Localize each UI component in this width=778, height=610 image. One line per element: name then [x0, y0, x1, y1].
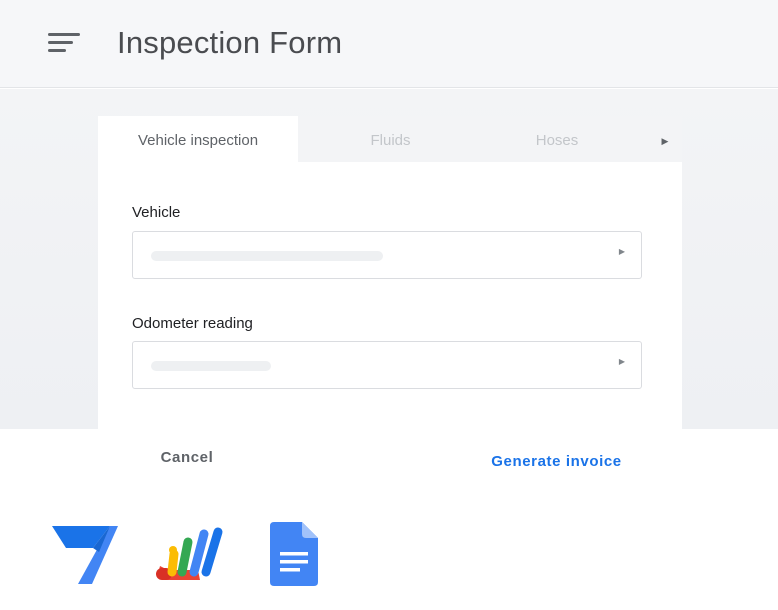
- odometer-select[interactable]: ▶: [132, 341, 642, 389]
- chevron-right-icon: ▶: [618, 247, 625, 256]
- appsheet-logo-icon: [52, 526, 118, 584]
- page-title: Inspection Form: [117, 25, 343, 60]
- odometer-field-label: Odometer reading: [132, 315, 253, 332]
- vehicle-select[interactable]: ▶: [132, 231, 642, 279]
- tab-vehicle-inspection[interactable]: Vehicle inspection: [98, 116, 298, 162]
- tab-hoses[interactable]: Hoses: [502, 116, 612, 162]
- google-docs-logo-icon: [270, 522, 318, 586]
- tab-fluids[interactable]: Fluids: [338, 116, 443, 162]
- generate-invoice-button[interactable]: Generate invoice: [480, 453, 633, 475]
- chevron-right-icon[interactable]: ▶: [658, 116, 672, 162]
- apps-script-logo-icon: [156, 527, 223, 580]
- form-card: Vehicle inspection Fluids Hoses ▶ Vehicl…: [98, 116, 682, 429]
- app-root: Inspection Form Vehicle inspection Fluid…: [0, 0, 778, 610]
- menu-icon[interactable]: [44, 28, 84, 58]
- cancel-button[interactable]: Cancel: [145, 449, 229, 471]
- vehicle-value-placeholder: [151, 251, 383, 261]
- top-app-bar: Inspection Form: [0, 0, 778, 88]
- vehicle-field-label: Vehicle: [132, 204, 181, 221]
- tab-bar: Vehicle inspection Fluids Hoses ▶: [98, 116, 682, 162]
- odometer-value-placeholder: [151, 361, 271, 371]
- chevron-right-icon: ▶: [618, 357, 625, 366]
